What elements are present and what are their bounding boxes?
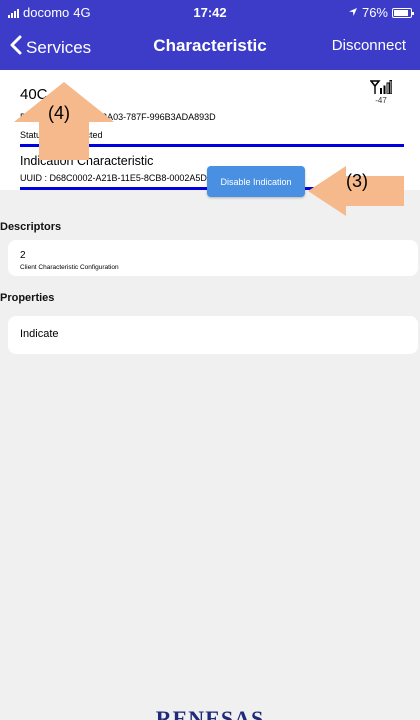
descriptor-row[interactable]: 2 Client Characteristic Configuration bbox=[8, 240, 418, 276]
properties-header: Properties bbox=[0, 292, 55, 304]
disconnect-button[interactable]: Disconnect bbox=[332, 37, 406, 54]
disable-indication-button[interactable]: Disable Indication bbox=[207, 166, 305, 197]
renesas-logo: RENESAS bbox=[155, 706, 265, 720]
characteristic-uuid: UUID : D68C0002-A21B-11E5-8CB8-0002A5D5C… bbox=[20, 173, 235, 183]
location-arrow-icon bbox=[348, 5, 358, 20]
property-value: Indicate bbox=[20, 328, 59, 340]
battery-percent: 76% bbox=[361, 5, 388, 20]
property-row: Indicate bbox=[8, 316, 418, 354]
battery-icon bbox=[392, 7, 414, 18]
status-right: 76% bbox=[348, 5, 414, 20]
annotation-label-4: (4) bbox=[48, 103, 70, 123]
antenna-signal-icon bbox=[370, 80, 392, 94]
navigation-bar: Services Characteristic Disconnect bbox=[0, 24, 420, 70]
descriptors-header: Descriptors bbox=[0, 221, 62, 233]
descriptor-count: 2 bbox=[20, 250, 26, 261]
descriptor-name: Client Characteristic Configuration bbox=[20, 264, 119, 271]
rssi-indicator: -47 bbox=[370, 80, 392, 105]
rssi-value: -47 bbox=[375, 96, 387, 105]
status-bar: docomo 4G 17:42 76% bbox=[0, 0, 420, 24]
annotation-label-3: (3) bbox=[346, 171, 368, 191]
